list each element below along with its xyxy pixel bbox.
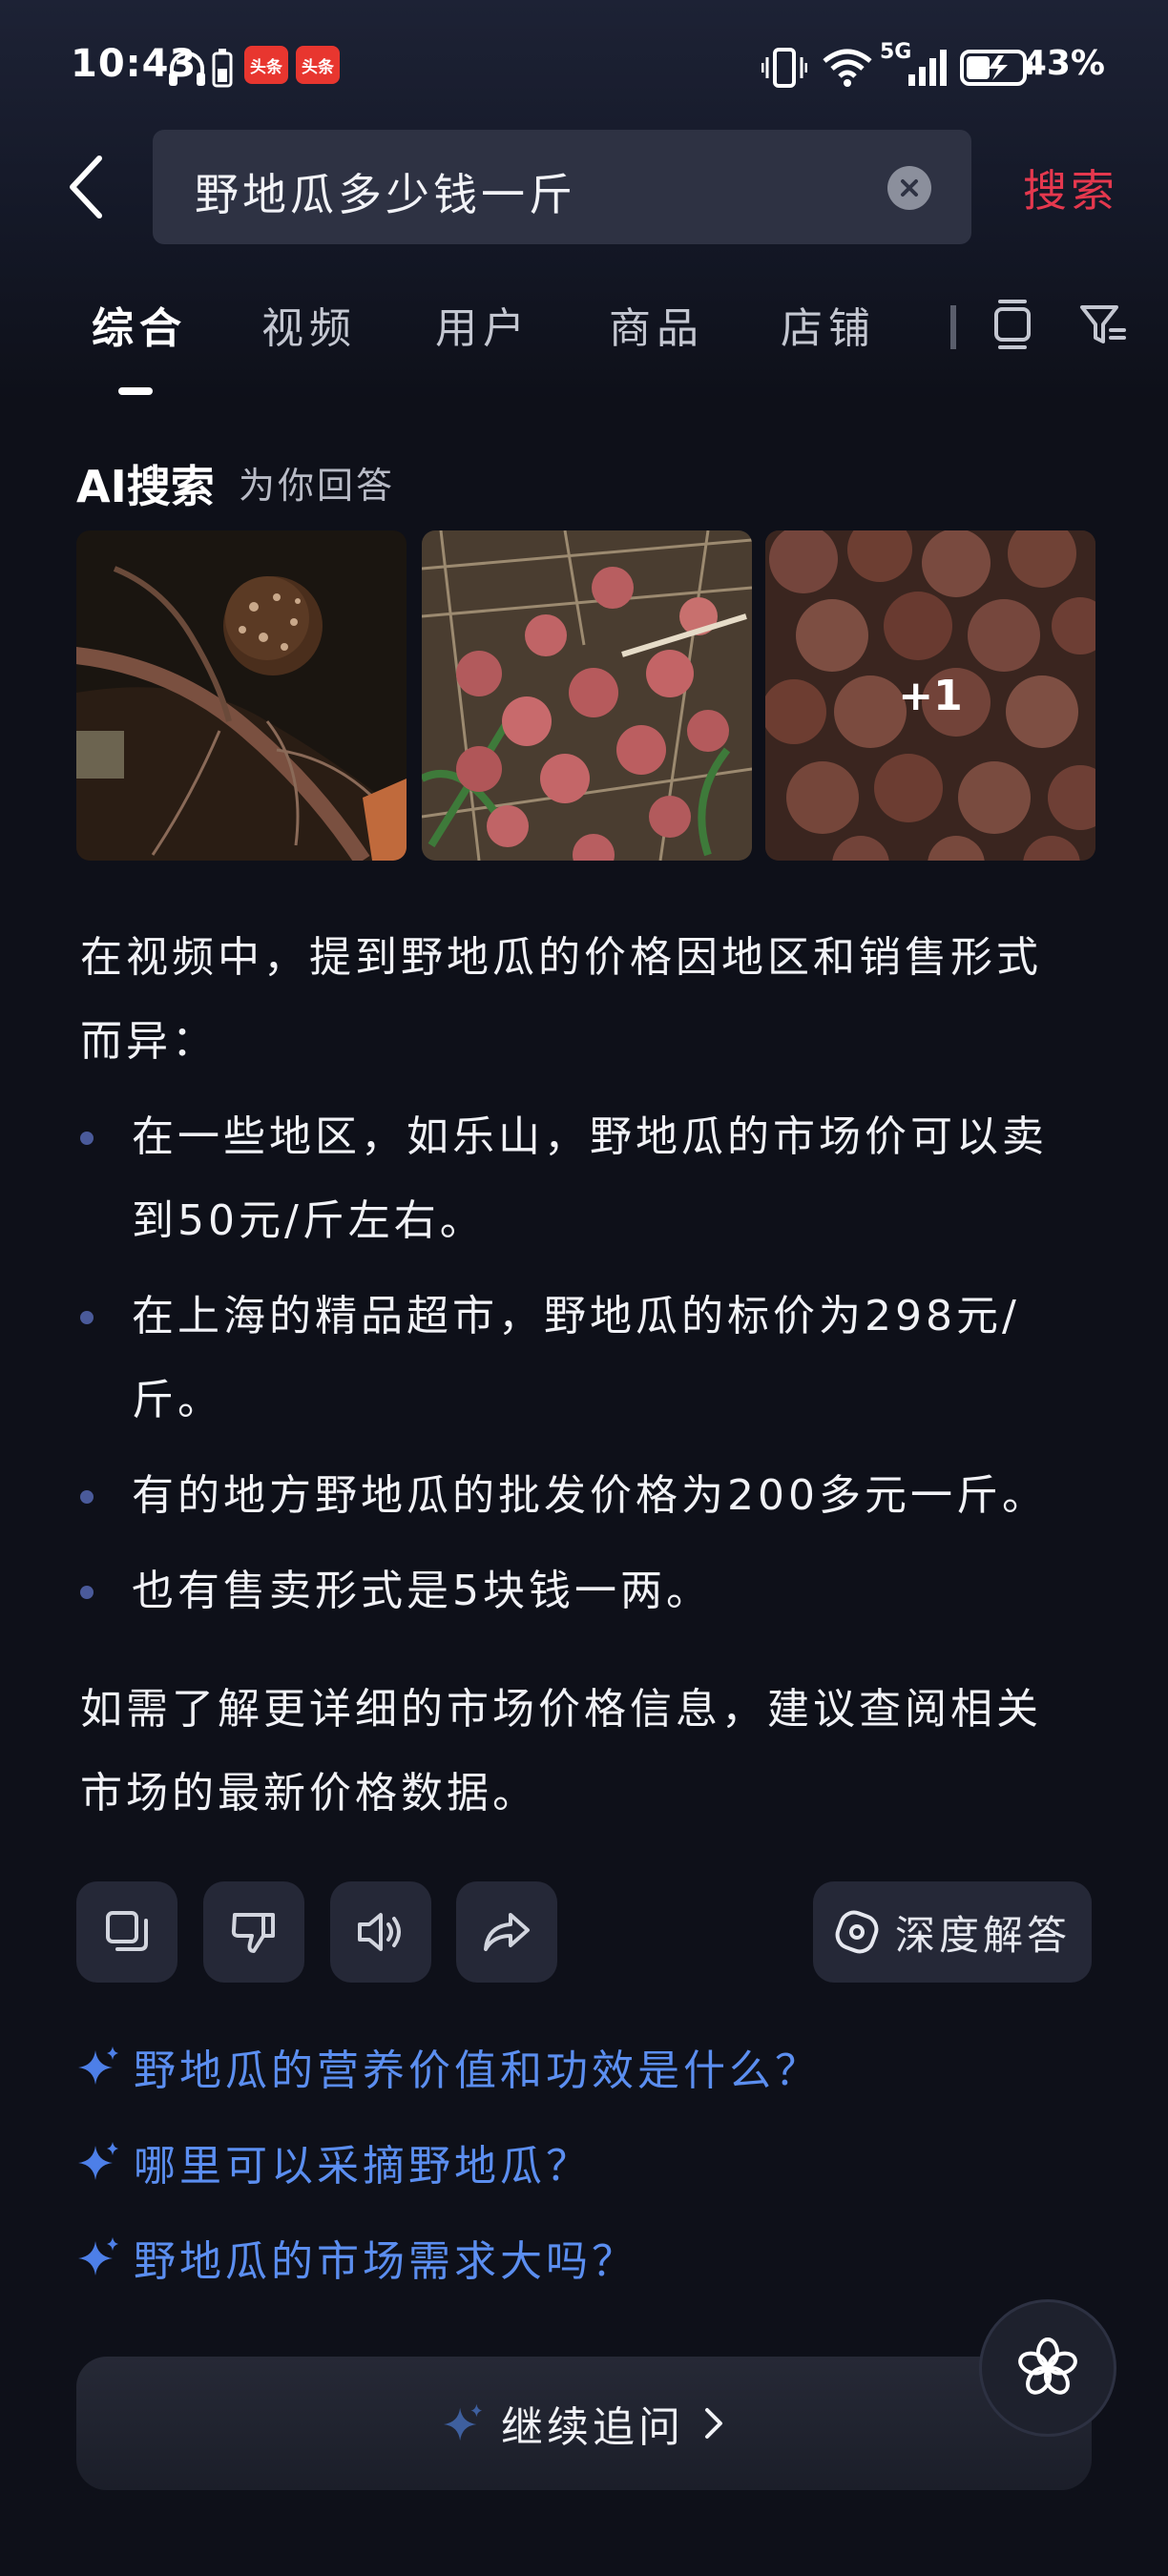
chevron-left-icon (70, 156, 102, 218)
search-submit-button[interactable]: 搜索 (1023, 156, 1118, 219)
result-tabs: 综合 视频 用户 商品 店铺 (0, 286, 1168, 401)
bullet-dot (80, 1586, 94, 1599)
close-icon (901, 179, 918, 197)
sparkle-icon (78, 2046, 118, 2085)
thumbs-down-icon (231, 1913, 275, 1953)
filter-icon[interactable] (1078, 296, 1128, 357)
answer-bullet: 在上海的精品超市，野地瓜的标价为298元/斤。 (80, 1275, 1082, 1443)
tab-goods[interactable]: 商品 (609, 294, 704, 355)
share-button[interactable] (456, 1881, 557, 1983)
deep-answer-button[interactable]: 深度解答 (813, 1881, 1092, 1983)
suggestion-item[interactable]: 野地瓜的市场需求大吗？ (76, 2227, 637, 2288)
suggestion-text: 哪里可以采摘野地瓜？ (134, 2142, 592, 2191)
answer-bullet: 有的地方野地瓜的批发价格为200多元一斤。 (80, 1454, 1082, 1538)
sparkle-icon (78, 2142, 118, 2180)
tab-layout-icon[interactable] (991, 296, 1034, 357)
clear-search-button[interactable] (887, 166, 931, 210)
ai-orbit-icon (835, 1910, 879, 1954)
dislike-button[interactable] (203, 1881, 304, 1983)
bullet-dot (80, 1311, 94, 1324)
status-bar: 10:43 头条 头条 5G 43% (0, 0, 1168, 134)
speaker-icon (358, 1913, 401, 1951)
sparkle-icon (443, 2403, 483, 2441)
answer-bullet-text: 有的地方野地瓜的批发价格为200多元一斤。 (132, 1471, 1048, 1520)
flower-icon (1018, 2337, 1077, 2395)
wifi-icon (823, 48, 872, 92)
tab-overflow-fade (950, 305, 956, 349)
search-input[interactable]: 野地瓜多少钱一斤 (153, 130, 971, 244)
tab-shop[interactable]: 店铺 (781, 294, 876, 355)
result-image-1[interactable] (76, 530, 407, 861)
answer-bullet: 在一些地区，如乐山，野地瓜的市场价可以卖到50元/斤左右。 (80, 1095, 1082, 1263)
tab-video[interactable]: 视频 (261, 294, 357, 355)
vibrate-icon (761, 48, 808, 92)
more-images-overlay[interactable]: +1 (765, 530, 1095, 861)
answer-bullet-text: 也有售卖形式是5块钱一两。 (132, 1567, 712, 1615)
signal-icon (907, 48, 949, 92)
bullet-dot (80, 1490, 94, 1504)
back-button[interactable] (57, 151, 115, 223)
result-image-3[interactable]: +1 (765, 530, 1095, 861)
chevron-right-icon (705, 2408, 722, 2439)
answer-bullet-text: 在上海的精品超市，野地瓜的标价为298元/斤。 (132, 1292, 1020, 1424)
toutiao-badge-icon-2: 头条 (296, 46, 340, 84)
result-image-2[interactable] (422, 530, 752, 861)
toutiao-badge-icon: 头条 (244, 46, 288, 84)
search-query-text[interactable]: 野地瓜多少钱一斤 (195, 160, 576, 223)
continue-asking-label: 继续追问 (501, 2403, 684, 2452)
floating-ai-button[interactable] (979, 2299, 1116, 2437)
suggestion-text: 野地瓜的市场需求大吗？ (134, 2237, 637, 2286)
answer-intro: 在视频中，提到野地瓜的价格因地区和销售形式而异： (80, 933, 1042, 1066)
deep-answer-label: 深度解答 (894, 1911, 1071, 1959)
share-icon (484, 1913, 530, 1951)
suggestion-text: 野地瓜的营养价值和功效是什么？ (134, 2046, 821, 2095)
copy-button[interactable] (76, 1881, 177, 1983)
suggestion-item[interactable]: 野地瓜的营养价值和功效是什么？ (76, 2036, 821, 2097)
tab-user[interactable]: 用户 (435, 294, 531, 355)
read-aloud-button[interactable] (330, 1881, 431, 1983)
copy-icon (106, 1911, 148, 1951)
battery-percent: 43% (1022, 44, 1105, 83)
bullet-dot (80, 1132, 94, 1145)
active-tab-indicator (118, 387, 153, 395)
answer-bullet: 也有售卖形式是5块钱一两。 (80, 1549, 1082, 1633)
small-battery-icon (212, 48, 233, 92)
ai-search-title: AI搜索 (76, 461, 215, 512)
continue-asking-button[interactable]: 继续追问 (76, 2357, 1092, 2490)
answer-conclusion: 如需了解更详细的市场价格信息，建议查阅相关市场的最新价格数据。 (80, 1685, 1042, 1818)
suggestion-item[interactable]: 哪里可以采摘野地瓜？ (76, 2131, 592, 2192)
ai-search-subtitle: 为你回答 (239, 465, 396, 507)
tab-comprehensive[interactable]: 综合 (92, 294, 187, 355)
sparkle-icon (78, 2237, 118, 2275)
answer-bullet-text: 在一些地区，如乐山，野地瓜的市场价可以卖到50元/斤左右。 (132, 1112, 1048, 1245)
headphones-icon (166, 48, 208, 92)
